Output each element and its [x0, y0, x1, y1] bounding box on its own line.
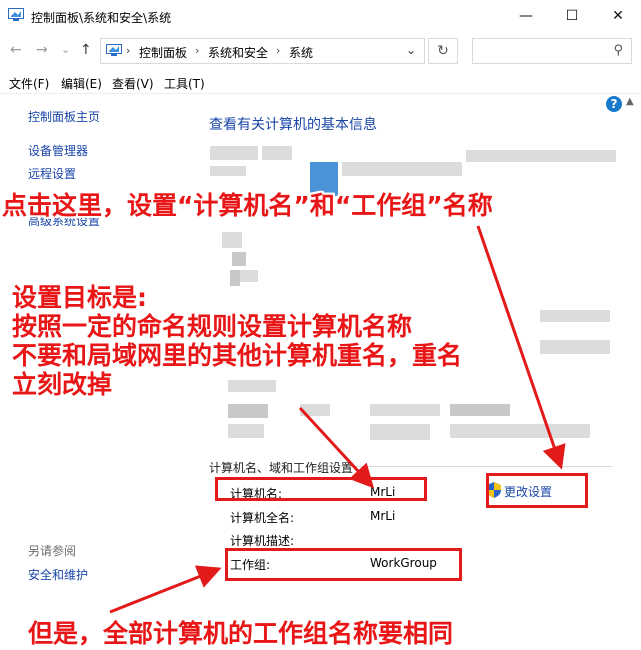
system-window-icon — [8, 8, 24, 21]
chevron-down-icon[interactable]: ⌄ — [406, 43, 416, 57]
sidebar-control-panel-home[interactable]: 控制面板主页 — [28, 108, 100, 125]
address-bar[interactable]: › 控制面板 › 系统和安全 › 系统 ⌄ — [100, 38, 425, 64]
see-also-title: 另请参阅 — [28, 544, 77, 558]
search-input[interactable]: ⚲ — [472, 38, 632, 64]
menu-file[interactable]: 文件(F) — [9, 75, 49, 92]
computer-description-label: 计算机描述: — [230, 534, 295, 548]
page-title: 查看有关计算机的基本信息 — [209, 117, 377, 133]
breadcrumb-separator: › — [276, 44, 281, 57]
sidebar-item-security-maintenance[interactable]: 安全和维护 — [28, 566, 88, 583]
annotation-line: 立刻改掉 — [12, 370, 113, 399]
close-icon: ✕ — [612, 8, 624, 24]
annotation-top: 点击这里，设置“计算机名”和“工作组”名称 — [2, 191, 493, 220]
breadcrumb-separator: › — [126, 44, 131, 57]
full-computer-name-value: MrLi — [370, 509, 396, 523]
recent-locations-icon[interactable]: ⌄ — [61, 43, 70, 56]
menu-edit[interactable]: 编辑(E) — [61, 75, 102, 92]
close-button[interactable]: ✕ — [595, 0, 641, 32]
section-divider — [350, 466, 612, 467]
menu-view[interactable]: 查看(V) — [112, 75, 154, 92]
control-panel-icon — [106, 44, 122, 56]
section-title-computer-name: 计算机名、域和工作组设置 — [209, 461, 354, 475]
highlight-workgroup — [225, 548, 462, 581]
breadcrumb-system[interactable]: 系统 — [289, 44, 313, 61]
scroll-up-icon[interactable]: ▲ — [626, 96, 634, 107]
breadcrumb-control-panel[interactable]: 控制面板 — [139, 44, 187, 61]
maximize-icon: ☐ — [565, 8, 579, 24]
breadcrumb-system-security[interactable]: 系统和安全 — [208, 44, 268, 61]
breadcrumb-separator: › — [195, 44, 200, 57]
navigation-bar: ← → ⌄ ↑ › 控制面板 › 系统和安全 › 系统 ⌄ ↻ ⚲ — [0, 34, 641, 68]
menu-tools[interactable]: 工具(T) — [164, 75, 205, 92]
minimize-button[interactable]: — — [503, 0, 549, 32]
sidebar-item-remote-settings[interactable]: 远程设置 — [28, 165, 76, 182]
highlight-change-settings — [486, 473, 588, 508]
sidebar-item-device-manager[interactable]: 设备管理器 — [28, 142, 88, 159]
annotation-line: 按照一定的命名规则设置计算机名称 — [12, 312, 413, 341]
annotation-bottom: 但是，全部计算机的工作组名称要相同 — [28, 619, 454, 648]
refresh-icon: ↻ — [437, 43, 449, 59]
help-icon[interactable]: ? — [606, 96, 622, 112]
refresh-button[interactable]: ↻ — [428, 38, 458, 64]
highlight-computer-name — [215, 477, 427, 501]
annotation-line: 设置目标是: — [12, 283, 147, 312]
minimize-icon: — — [519, 8, 533, 24]
annotation-line: 不要和局域网里的其他计算机重名，重名 — [12, 341, 463, 370]
maximize-button[interactable]: ☐ — [549, 0, 595, 32]
title-bar: 控制面板\系统和安全\系统 — ☐ ✕ — [0, 0, 641, 32]
search-icon: ⚲ — [613, 43, 623, 58]
back-arrow-icon[interactable]: ← — [10, 42, 22, 58]
annotation-middle: 设置目标是: 按照一定的命名规则设置计算机名称 不要和局域网里的其他计算机重名，… — [12, 283, 462, 399]
forward-arrow-icon[interactable]: → — [36, 42, 48, 58]
menu-bar: 文件(F) 编辑(E) 查看(V) 工具(T) — [0, 72, 641, 94]
full-computer-name-label: 计算机全名: — [230, 511, 295, 525]
window-title: 控制面板\系统和安全\系统 — [31, 11, 172, 25]
up-arrow-icon[interactable]: ↑ — [80, 42, 92, 58]
